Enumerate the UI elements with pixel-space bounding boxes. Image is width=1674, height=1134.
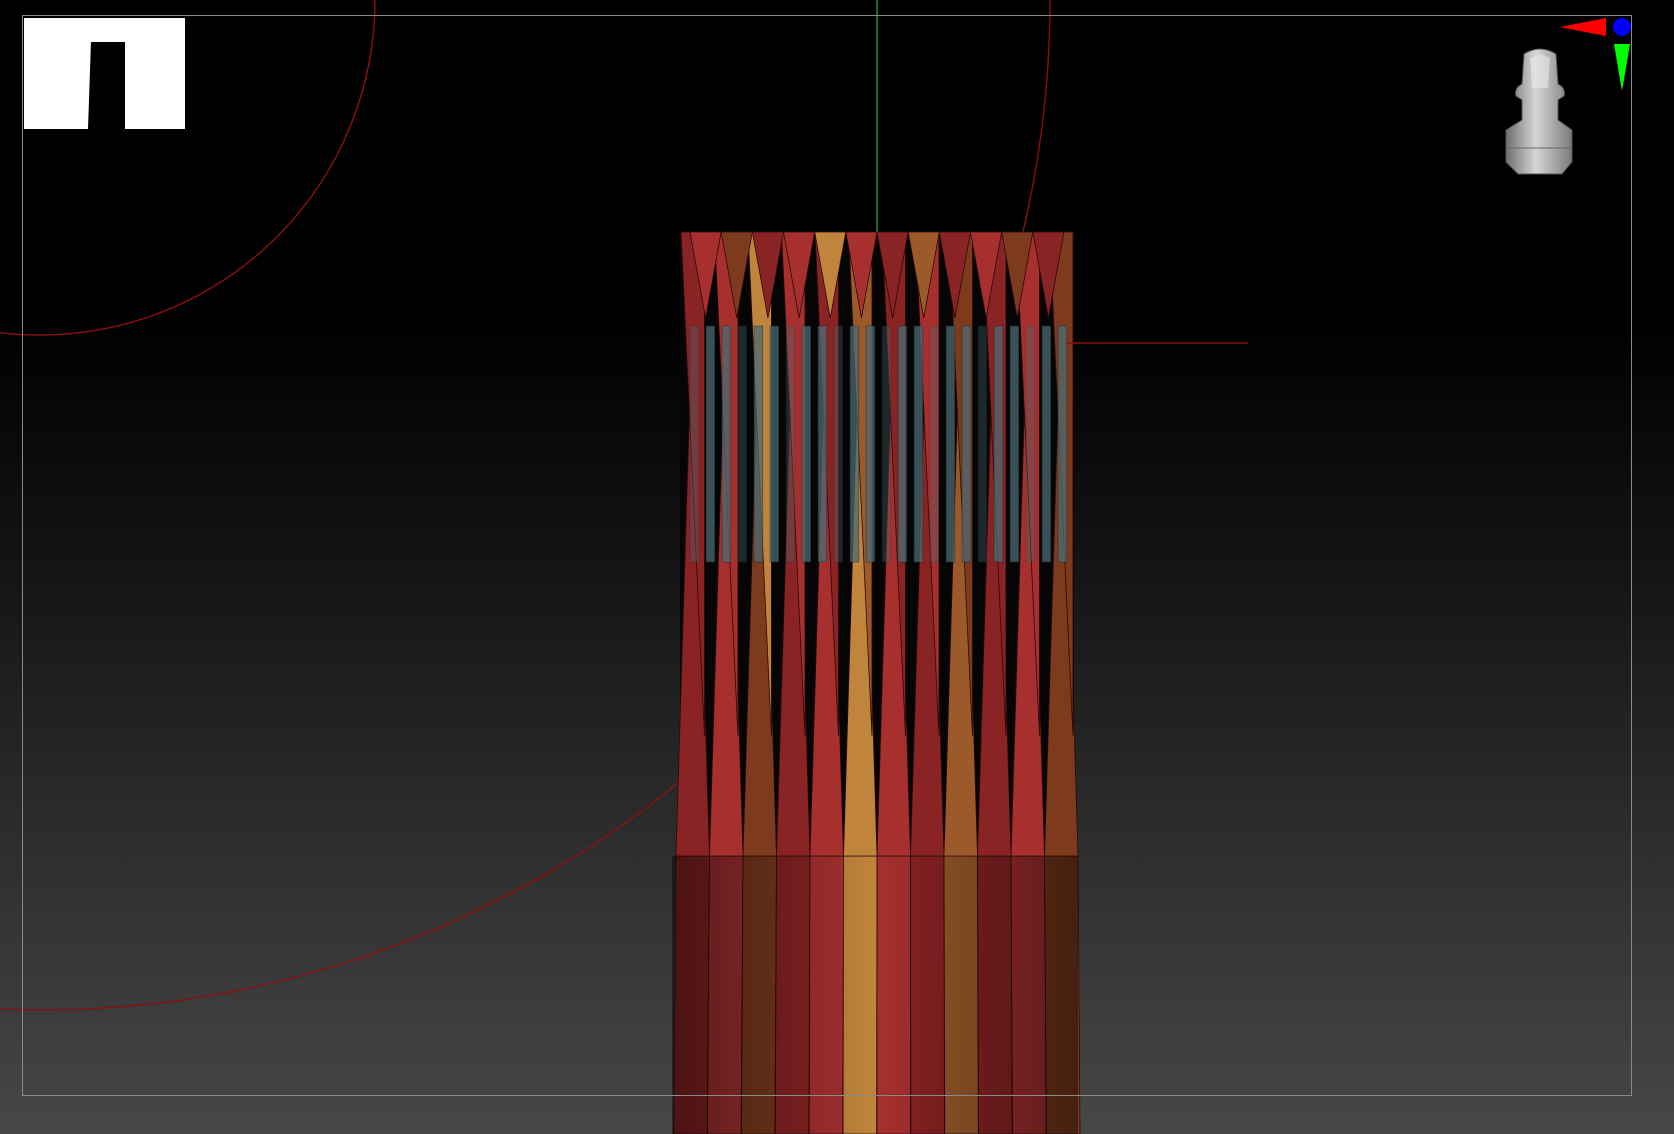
- z-axis-dot-icon[interactable]: [1613, 18, 1631, 36]
- zbrush-document-canvas[interactable]: [0, 0, 1674, 1134]
- alpha-notch-shape: [88, 42, 125, 129]
- camera-navigation-head-icon[interactable]: [1500, 44, 1580, 176]
- y-axis-arrow-icon[interactable]: [1614, 44, 1630, 91]
- x-axis-arrow-icon[interactable]: [1560, 18, 1606, 36]
- document-frame: [22, 15, 1632, 1096]
- alpha-brush-preview-icon[interactable]: [24, 18, 185, 129]
